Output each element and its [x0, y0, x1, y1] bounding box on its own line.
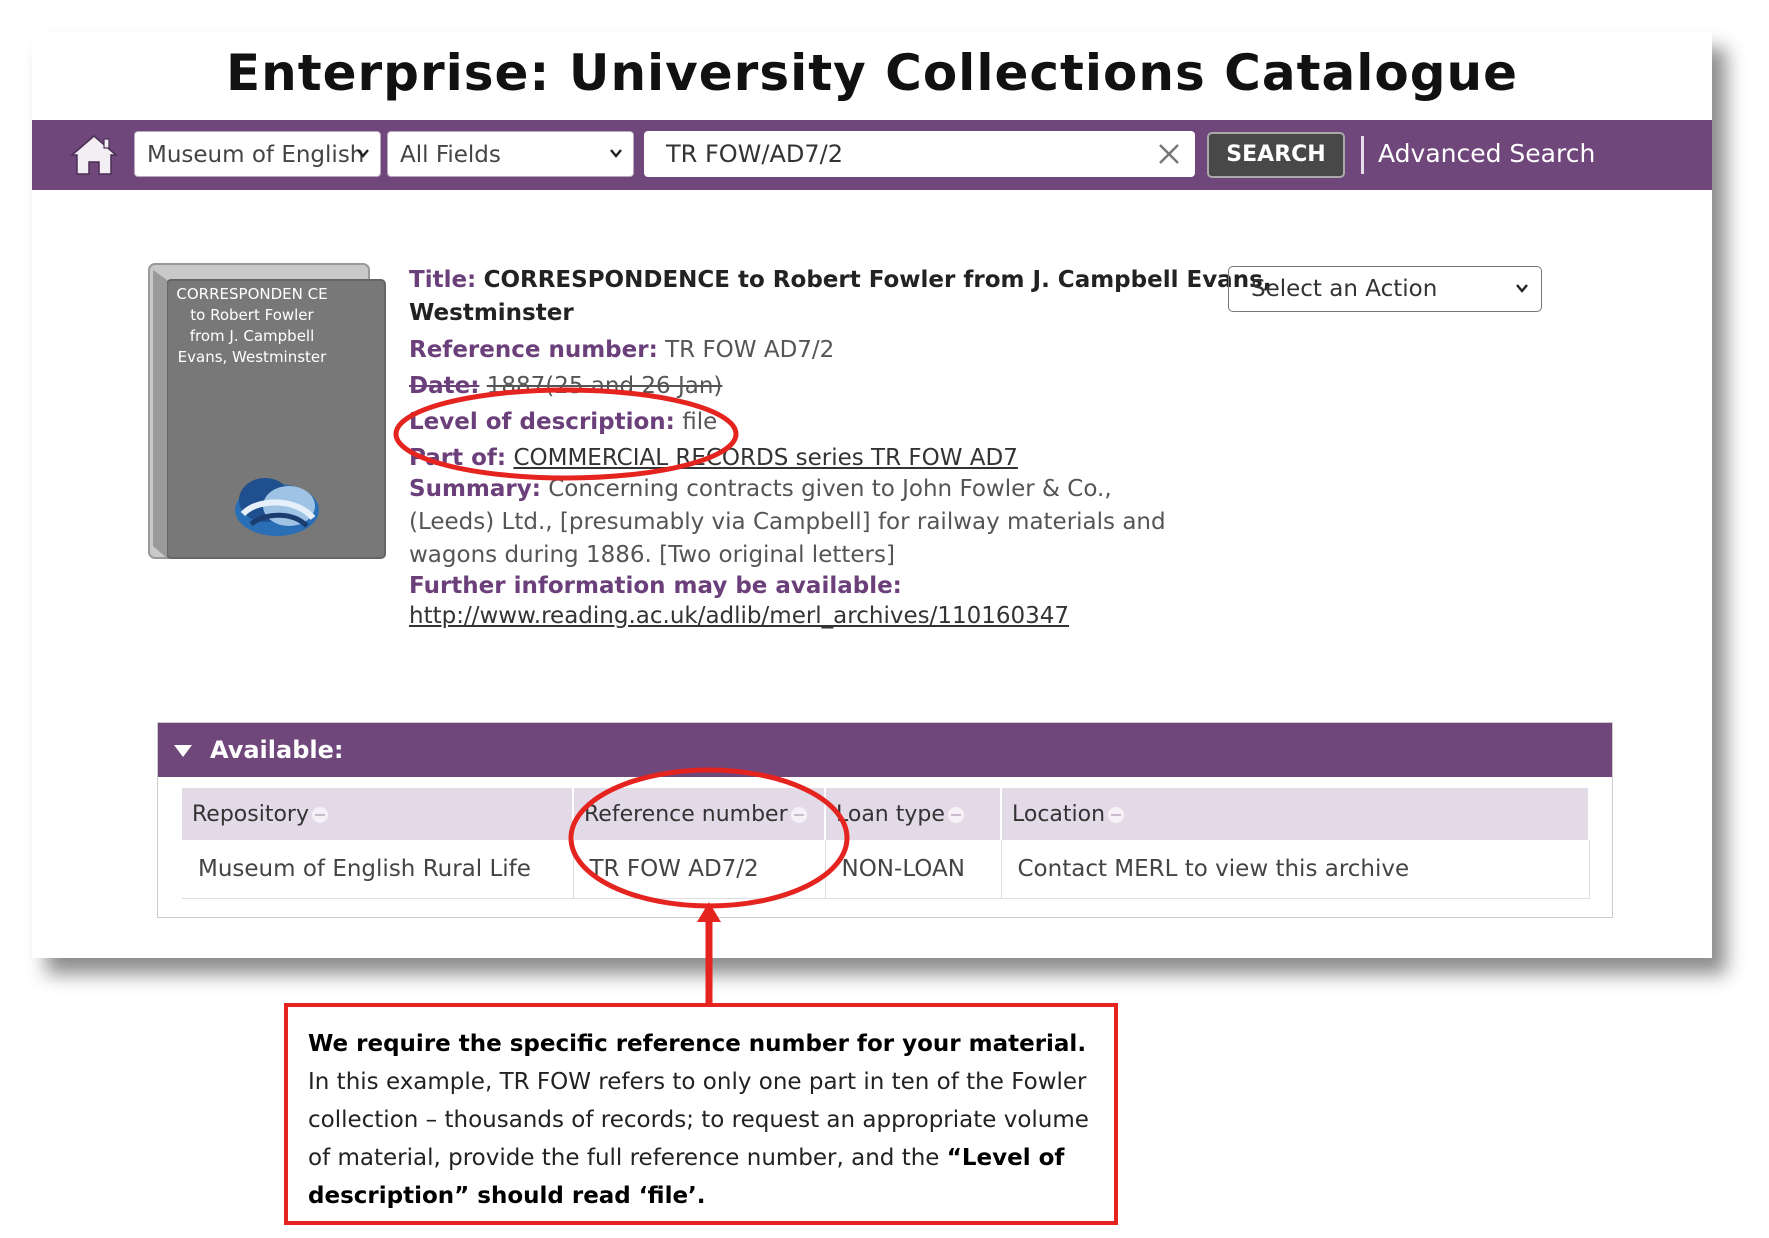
- date-line: Date: 1887(25 and 26 Jan): [409, 373, 722, 399]
- title-value: CORRESPONDENCE to Robert Fowler from J. …: [483, 267, 1272, 293]
- home-icon[interactable]: [70, 134, 118, 176]
- partof-link[interactable]: COMMERCIAL RECORDS series TR FOW AD7: [513, 445, 1017, 471]
- sort-icon[interactable]: [1107, 806, 1125, 824]
- page-title: Enterprise: University Collections Catal…: [225, 44, 1519, 102]
- column-header-repository[interactable]: Repository: [182, 788, 574, 840]
- availability-header[interactable]: Available:: [158, 723, 1612, 777]
- availability-panel: Available: Repository Reference number L…: [157, 722, 1613, 918]
- further-info-label-text: Further information may be available:: [409, 573, 902, 599]
- level-label: Level of description:: [409, 409, 675, 435]
- column-header-label: Repository: [192, 801, 309, 827]
- sort-icon[interactable]: [947, 806, 965, 824]
- further-info-label: Further information may be available:: [409, 573, 902, 599]
- availability-table: Repository Reference number Loan type Lo…: [182, 788, 1590, 899]
- level-line: Level of description: file: [409, 409, 717, 435]
- column-header-label: Location: [1012, 801, 1106, 827]
- field-select[interactable]: All Fields: [387, 131, 634, 177]
- partof-line: Part of: COMMERCIAL RECORDS series TR FO…: [409, 445, 1018, 471]
- summary-block: Summary: Concerning contracts given to J…: [409, 473, 1189, 572]
- table-header-row: Repository Reference number Loan type Lo…: [182, 788, 1590, 840]
- chevron-down-icon: [357, 149, 369, 158]
- title-value-cont: Westminster: [409, 300, 574, 326]
- level-value: file: [682, 409, 718, 435]
- clear-icon[interactable]: [1157, 142, 1181, 166]
- annotation-callout: We require the specific reference number…: [284, 1003, 1118, 1225]
- chevron-down-icon: [610, 149, 622, 158]
- sort-icon[interactable]: [311, 806, 329, 824]
- callout-bold-intro: We require the specific reference number…: [308, 1031, 1087, 1057]
- caret-down-icon[interactable]: [174, 745, 192, 757]
- title-label: Title:: [409, 267, 477, 293]
- column-header-label: Reference number: [584, 801, 788, 827]
- cell-reference: TR FOW AD7/2: [573, 840, 826, 899]
- field-select-value: All Fields: [400, 142, 501, 168]
- title-line: Title: CORRESPONDENCE to Robert Fowler f…: [409, 267, 1272, 293]
- advanced-search-link[interactable]: Advanced Search: [1378, 139, 1595, 168]
- collection-select[interactable]: Museum of English: [134, 131, 381, 177]
- nav-divider: [1361, 136, 1364, 174]
- catalogue-screenshot: Enterprise: University Collections Catal…: [32, 32, 1712, 958]
- date-value: 1887(25 and 26 Jan): [486, 373, 723, 399]
- availability-title: Available:: [210, 736, 344, 764]
- column-header-location[interactable]: Location: [1001, 788, 1590, 840]
- cell-location: Contact MERL to view this archive: [1001, 840, 1590, 899]
- sort-icon[interactable]: [790, 806, 808, 824]
- column-header-reference[interactable]: Reference number: [573, 788, 826, 840]
- collection-select-value: Museum of English: [147, 142, 365, 168]
- search-navbar: Museum of English All Fields TR FOW/AD7/…: [32, 120, 1712, 190]
- reference-line: Reference number: TR FOW AD7/2: [409, 337, 834, 363]
- cell-loan-type: NON-LOAN: [825, 840, 1002, 899]
- date-label: Date:: [409, 373, 480, 399]
- action-select-value: Select an Action: [1251, 276, 1438, 302]
- search-button[interactable]: SEARCH: [1207, 132, 1345, 178]
- search-input-value: TR FOW/AD7/2: [666, 140, 843, 168]
- search-input[interactable]: TR FOW/AD7/2: [644, 131, 1195, 177]
- table-row: Museum of English Rural Life TR FOW AD7/…: [182, 840, 1590, 899]
- action-select[interactable]: Select an Action: [1228, 266, 1542, 312]
- partof-label: Part of:: [409, 445, 507, 471]
- further-info-line: http://www.reading.ac.uk/adlib/merl_arch…: [409, 603, 1069, 629]
- reference-value: TR FOW AD7/2: [665, 337, 835, 363]
- further-info-link[interactable]: http://www.reading.ac.uk/adlib/merl_arch…: [409, 603, 1069, 629]
- reference-label: Reference number:: [409, 337, 658, 363]
- chevron-down-icon: [1516, 284, 1528, 293]
- column-header-label: Loan type: [836, 801, 945, 827]
- column-header-loan-type[interactable]: Loan type: [825, 788, 1002, 840]
- summary-label: Summary:: [409, 476, 541, 502]
- cell-repository: Museum of English Rural Life: [182, 840, 574, 899]
- book-thumbnail-title: CORRESPONDEN CE to Robert Fowler from J.…: [176, 285, 328, 366]
